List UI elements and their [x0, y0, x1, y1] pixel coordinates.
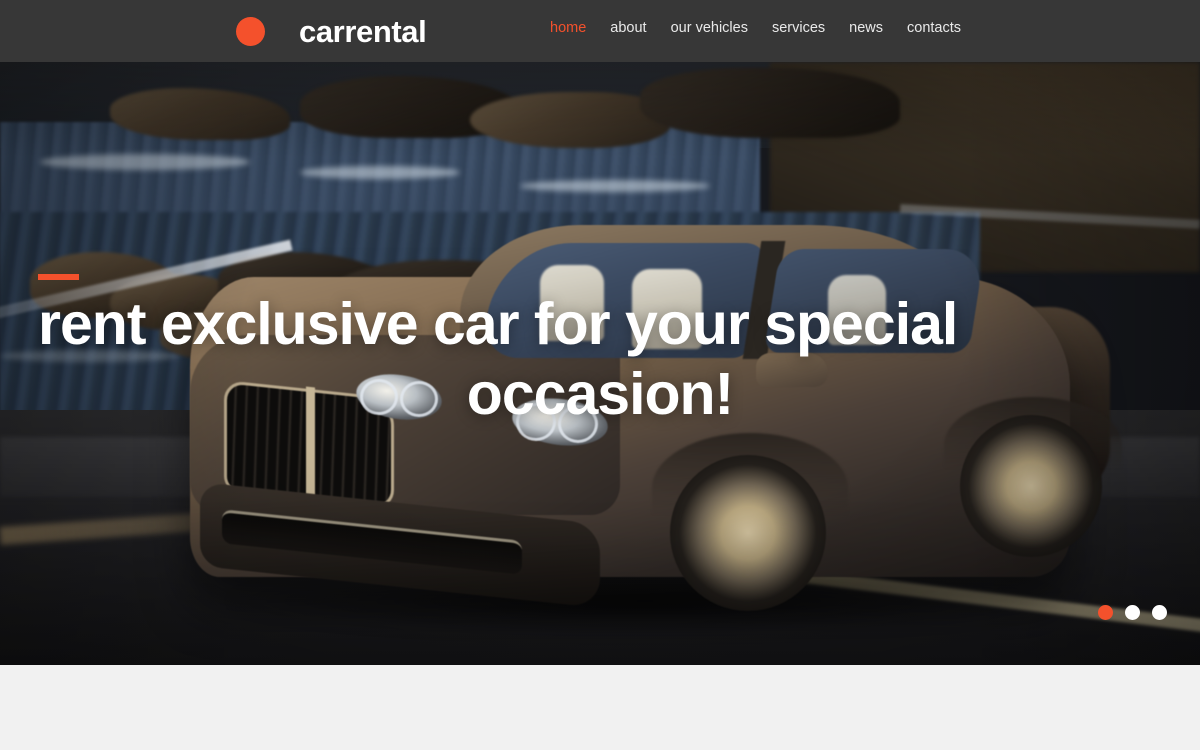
site-header: carrental home about our vehicles servic…	[0, 0, 1200, 62]
hero-title-line-1: rent exclusive car for your special	[38, 291, 958, 357]
site-logo[interactable]: carrental	[236, 14, 427, 49]
slider-dot-2[interactable]	[1125, 605, 1140, 620]
nav-item-about[interactable]: about	[610, 21, 646, 36]
header-inner: carrental home about our vehicles servic…	[0, 0, 1200, 62]
circle-logo-icon	[236, 17, 265, 46]
brand-name: carrental	[299, 14, 427, 49]
slider-dot-1[interactable]	[1098, 605, 1113, 620]
nav-item-our-vehicles[interactable]: our vehicles	[671, 21, 748, 36]
car-rear-wheel	[960, 415, 1102, 557]
nav-item-home[interactable]: home	[550, 21, 586, 36]
welcome-section: welcome!	[0, 665, 1200, 750]
hero-accent-bar	[38, 274, 79, 280]
slider-pagination	[1098, 605, 1167, 620]
nav-item-services[interactable]: services	[772, 21, 825, 36]
main-navigation: home about our vehicles services news co…	[550, 21, 961, 36]
page-root: carrental home about our vehicles servic…	[0, 0, 1200, 750]
nav-item-news[interactable]: news	[849, 21, 883, 36]
shore-rock	[640, 68, 900, 138]
nav-item-contacts[interactable]: contacts	[907, 21, 961, 36]
hero-title-line-2: occasion!	[466, 360, 734, 427]
car-front-wheel	[670, 455, 826, 611]
slider-dot-3[interactable]	[1152, 605, 1167, 620]
hero-slider: rent exclusive car for your special occa…	[0, 62, 1200, 665]
hero-title: rent exclusive car for your special occa…	[0, 290, 1200, 429]
